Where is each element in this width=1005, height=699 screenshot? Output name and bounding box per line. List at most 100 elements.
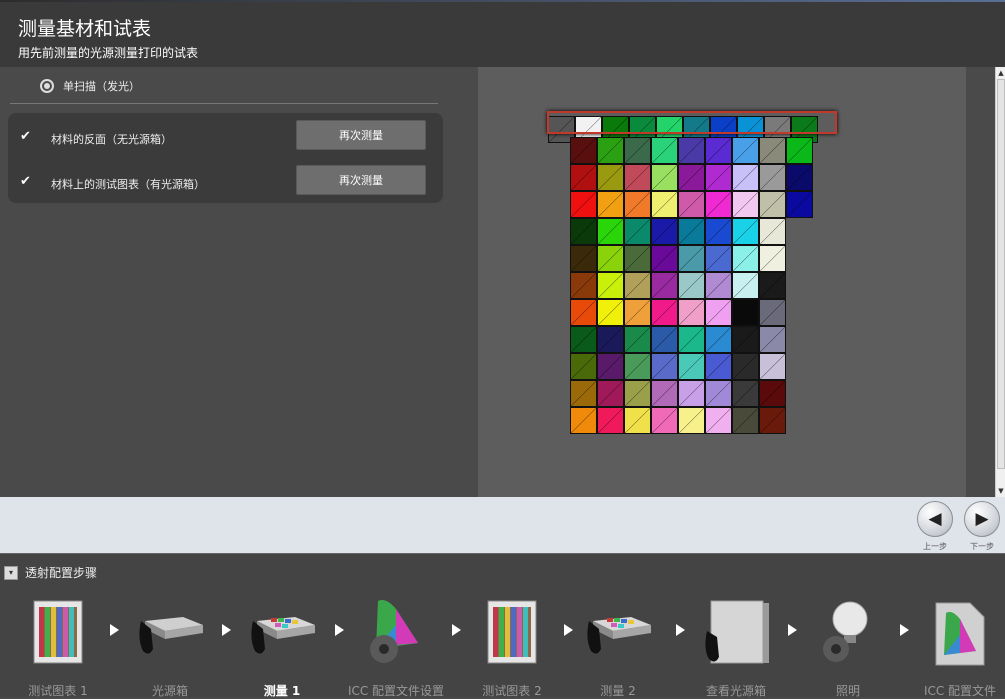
patch-diagonal bbox=[787, 165, 812, 190]
color-patch bbox=[705, 353, 732, 380]
color-patch bbox=[651, 353, 678, 380]
color-patch bbox=[678, 137, 705, 164]
preview-scrollbar[interactable]: ▲ ▼ bbox=[995, 67, 1005, 497]
radio-selected-icon[interactable] bbox=[40, 79, 54, 93]
workflow-step-measure-2[interactable]: 测量 2 bbox=[568, 596, 668, 698]
workflow-step-icc-profile[interactable]: ICC 配置文件 bbox=[910, 596, 1005, 698]
scrollbar-thumb[interactable] bbox=[997, 79, 1005, 469]
prev-step-button[interactable]: ◀ bbox=[917, 501, 953, 537]
color-patch bbox=[786, 164, 813, 191]
patch-diagonal bbox=[625, 381, 650, 406]
patch-diagonal bbox=[787, 138, 812, 163]
patch-diagonal bbox=[571, 165, 596, 190]
color-patch bbox=[732, 353, 759, 380]
color-patch bbox=[624, 137, 651, 164]
patch-diagonal bbox=[733, 219, 758, 244]
patch-diagonal bbox=[733, 192, 758, 217]
next-step-button[interactable]: ▶ bbox=[964, 501, 1000, 537]
icc-settings-icon bbox=[370, 600, 418, 663]
color-patch bbox=[705, 407, 732, 434]
step-arrow-icon bbox=[222, 624, 231, 636]
color-patch bbox=[759, 137, 786, 164]
patch-diagonal bbox=[652, 138, 677, 163]
color-patch bbox=[678, 299, 705, 326]
patch-diagonal bbox=[679, 246, 704, 271]
scan-mode-option[interactable]: 单扫描（发光） bbox=[40, 78, 140, 94]
patch-diagonal bbox=[787, 192, 812, 217]
patch-diagonal bbox=[625, 300, 650, 325]
test-chart-icon bbox=[487, 600, 537, 664]
workflow-header[interactable]: ▾ 透射配置步骤 bbox=[4, 564, 97, 581]
collapse-toggle-icon[interactable]: ▾ bbox=[4, 565, 18, 580]
next-step-label: 下一步 bbox=[970, 542, 994, 551]
patch-diagonal bbox=[706, 165, 731, 190]
navigation-bar: ◀ 上一步 ▶ 下一步 bbox=[0, 497, 1005, 553]
preview-margin bbox=[966, 67, 995, 497]
patch-diagonal bbox=[760, 192, 785, 217]
workflow-step-test-chart-1[interactable]: 测试图表 1 bbox=[8, 596, 108, 698]
patch-diagonal bbox=[679, 273, 704, 298]
color-patch bbox=[651, 164, 678, 191]
color-patch bbox=[570, 164, 597, 191]
color-patch bbox=[597, 137, 624, 164]
patch-diagonal bbox=[625, 408, 650, 433]
patch-diagonal bbox=[706, 138, 731, 163]
color-patch bbox=[570, 272, 597, 299]
color-patch bbox=[651, 326, 678, 353]
patch-diagonal bbox=[679, 300, 704, 325]
workflow-step-icc-settings[interactable]: ICC 配置文件设置 bbox=[346, 596, 446, 698]
measurement-steps-box: ✔ 材料的反面（无光源箱） 再次测量 ✔ 材料上的测试图表（有光源箱） 再次测量 bbox=[8, 113, 443, 203]
scroll-up-icon[interactable]: ▲ bbox=[996, 67, 1005, 79]
patch-diagonal bbox=[571, 381, 596, 406]
remeasure-button-chart[interactable]: 再次测量 bbox=[296, 165, 426, 195]
workflow-step-test-chart-2[interactable]: 测试图表 2 bbox=[462, 596, 562, 698]
page-header: 测量基材和试表 用先前测量的光源测量打印的试表 bbox=[0, 2, 1005, 67]
patch-diagonal bbox=[679, 192, 704, 217]
patch-diagonal bbox=[652, 192, 677, 217]
lightbox-icon bbox=[139, 617, 203, 654]
color-patch bbox=[759, 245, 786, 272]
view-lightbox-icon bbox=[705, 600, 769, 664]
color-patch bbox=[624, 272, 651, 299]
patch-diagonal bbox=[733, 138, 758, 163]
workflow-step-view-lightbox[interactable]: 查看光源箱 bbox=[686, 596, 786, 698]
patch-diagonal bbox=[706, 381, 731, 406]
color-patch bbox=[732, 191, 759, 218]
scroll-down-icon[interactable]: ▼ bbox=[996, 485, 1005, 497]
measurement-panel: 单扫描（发光） ✔ 材料的反面（无光源箱） 再次测量 ✔ 材料上的测试图表（有光… bbox=[0, 67, 478, 497]
remeasure-button-backside[interactable]: 再次测量 bbox=[296, 120, 426, 150]
color-patch bbox=[732, 380, 759, 407]
step-label: ICC 配置文件 bbox=[923, 684, 997, 698]
patch-diagonal bbox=[733, 165, 758, 190]
color-patch bbox=[759, 164, 786, 191]
patch-diagonal bbox=[652, 219, 677, 244]
color-patch bbox=[759, 353, 786, 380]
patch-diagonal bbox=[706, 354, 731, 379]
color-patch bbox=[651, 191, 678, 218]
patch-diagonal bbox=[679, 219, 704, 244]
patch-diagonal bbox=[760, 138, 785, 163]
measurement-row-chart: ✔ 材料上的测试图表（有光源箱） 再次测量 bbox=[8, 165, 443, 201]
patch-diagonal bbox=[598, 219, 623, 244]
color-patch bbox=[678, 245, 705, 272]
patch-diagonal bbox=[652, 327, 677, 352]
patch-diagonal bbox=[733, 273, 758, 298]
lighting-icon bbox=[823, 601, 868, 662]
color-patch bbox=[624, 191, 651, 218]
workflow-step-lightbox[interactable]: 光源箱 bbox=[120, 596, 220, 698]
color-patch bbox=[597, 164, 624, 191]
color-patch bbox=[705, 299, 732, 326]
step-arrow-icon bbox=[788, 624, 797, 636]
patch-diagonal bbox=[571, 300, 596, 325]
color-patch bbox=[759, 326, 786, 353]
color-patch bbox=[732, 299, 759, 326]
measurement-label: 材料的反面（无光源箱） bbox=[51, 133, 172, 146]
step-arrow-icon bbox=[676, 624, 685, 636]
patch-diagonal bbox=[625, 273, 650, 298]
workflow-step-measure-1[interactable]: 测量 1 bbox=[232, 596, 332, 698]
color-patch bbox=[624, 353, 651, 380]
checkmark-icon: ✔ bbox=[20, 129, 31, 144]
patch-diagonal bbox=[625, 354, 650, 379]
color-patch bbox=[597, 326, 624, 353]
workflow-step-lighting[interactable]: 照明 bbox=[798, 596, 898, 698]
